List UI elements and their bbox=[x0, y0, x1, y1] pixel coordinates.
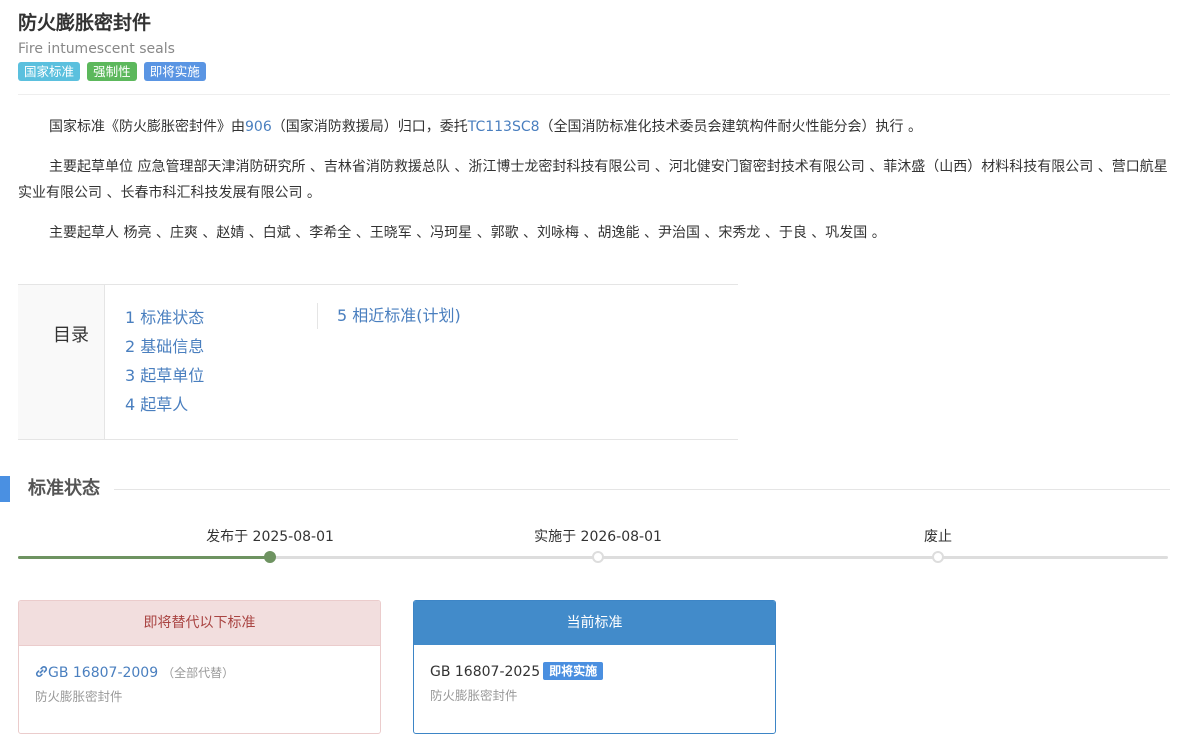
page-subtitle: Fire intumescent seals bbox=[18, 41, 175, 57]
section-divider bbox=[114, 489, 1170, 490]
current-standard-badge: 即将实施 bbox=[543, 662, 604, 680]
intro-text: （全国消防标准化技术委员会建筑构件耐火性能分会）执行 。 bbox=[539, 119, 922, 135]
page-title: 防火膨胀密封件 bbox=[18, 12, 152, 34]
toc-column-2: 5 相近标准(计划) bbox=[317, 303, 461, 329]
replaced-card-body: GB 16807-2009 （全部代替） 防火膨胀密封件 bbox=[19, 646, 380, 707]
badge-mandatory: 强制性 bbox=[87, 62, 137, 81]
toc-item-similar-standards[interactable]: 5 相近标准(计划) bbox=[337, 303, 461, 329]
replaced-standard-code-link[interactable]: GB 16807-2009 bbox=[48, 665, 158, 681]
section-accent-bar bbox=[0, 476, 10, 502]
replaced-standard-name: 防火膨胀密封件 bbox=[35, 689, 123, 704]
section-title-status: 标准状态 bbox=[28, 478, 100, 499]
replaced-standard-note: （全部代替） bbox=[162, 666, 235, 680]
link-icon bbox=[35, 663, 48, 677]
timeline-progress bbox=[18, 556, 271, 559]
committee-link-906[interactable]: 906 bbox=[245, 119, 272, 135]
toc-item-basic-info[interactable]: 2 基础信息 bbox=[125, 332, 204, 361]
badge-national-standard: 国家标准 bbox=[18, 62, 81, 81]
replaced-standards-card: 即将替代以下标准 GB 16807-2009 （全部代替） 防火膨胀密封件 bbox=[18, 600, 381, 734]
toc-item-drafters[interactable]: 4 起草人 bbox=[125, 390, 204, 419]
table-of-contents: 目录 1 标准状态 2 基础信息 3 起草单位 4 起草人 5 相近标准(计划) bbox=[18, 284, 738, 440]
intro-text: 国家标准《防火膨胀密封件》由 bbox=[49, 119, 245, 135]
milestone-dot-published bbox=[264, 551, 276, 563]
intro-section: 国家标准《防火膨胀密封件》由906（国家消防救援局）归口，委托TC113SC8（… bbox=[18, 114, 1170, 260]
committee-link-tc113sc8[interactable]: TC113SC8 bbox=[468, 119, 540, 135]
current-standard-code: GB 16807-2025 bbox=[430, 664, 541, 680]
badge-group: 国家标准 强制性 即将实施 bbox=[18, 61, 1170, 81]
milestone-dot-abolished bbox=[932, 551, 944, 563]
current-standard-card: 当前标准 GB 16807-2025 即将实施 防火膨胀密封件 bbox=[413, 600, 776, 734]
intro-text: （国家消防救援局）归口，委托 bbox=[271, 119, 468, 135]
header-divider bbox=[18, 94, 1170, 95]
toc-label: 目录 bbox=[18, 285, 105, 439]
current-card-header: 当前标准 bbox=[414, 601, 775, 645]
current-card-body: GB 16807-2025 即将实施 防火膨胀密封件 bbox=[414, 645, 775, 706]
toc-item-status[interactable]: 1 标准状态 bbox=[125, 303, 204, 332]
milestone-label-published: 发布于 2025-08-01 bbox=[206, 529, 334, 545]
milestone-label-abolished: 废止 bbox=[924, 529, 952, 545]
milestone-label-effective: 实施于 2026-08-01 bbox=[534, 529, 662, 545]
current-standard-line: GB 16807-2025 即将实施 bbox=[430, 661, 759, 683]
toc-column-1: 1 标准状态 2 基础信息 3 起草单位 4 起草人 bbox=[125, 303, 204, 419]
badge-upcoming: 即将实施 bbox=[143, 62, 206, 81]
current-standard-name: 防火膨胀密封件 bbox=[430, 688, 518, 703]
intro-paragraph-drafters: 主要起草人 杨亮 、庄爽 、赵婧 、白斌 、李希全 、王晓军 、冯珂星 、郭歌 … bbox=[49, 225, 886, 241]
intro-paragraph-drafting-units: 主要起草单位 应急管理部天津消防研究所 、吉林省消防救援总队 、浙江博士龙密封科… bbox=[18, 159, 1168, 201]
intro-paragraph-authority: 国家标准《防火膨胀密封件》由906（国家消防救援局）归口，委托TC113SC8（… bbox=[18, 114, 1170, 140]
milestone-dot-effective bbox=[592, 551, 604, 563]
standard-detail-page: 防火膨胀密封件 Fire intumescent seals 国家标准 强制性 … bbox=[0, 0, 1179, 741]
toc-body: 1 标准状态 2 基础信息 3 起草单位 4 起草人 5 相近标准(计划) bbox=[105, 285, 738, 439]
toc-item-drafting-units[interactable]: 3 起草单位 bbox=[125, 361, 204, 390]
page-header: 防火膨胀密封件 Fire intumescent seals 国家标准 强制性 … bbox=[18, 10, 1170, 81]
replaced-card-header: 即将替代以下标准 bbox=[19, 601, 380, 646]
replaced-standard-line: GB 16807-2009 （全部代替） bbox=[35, 662, 364, 684]
